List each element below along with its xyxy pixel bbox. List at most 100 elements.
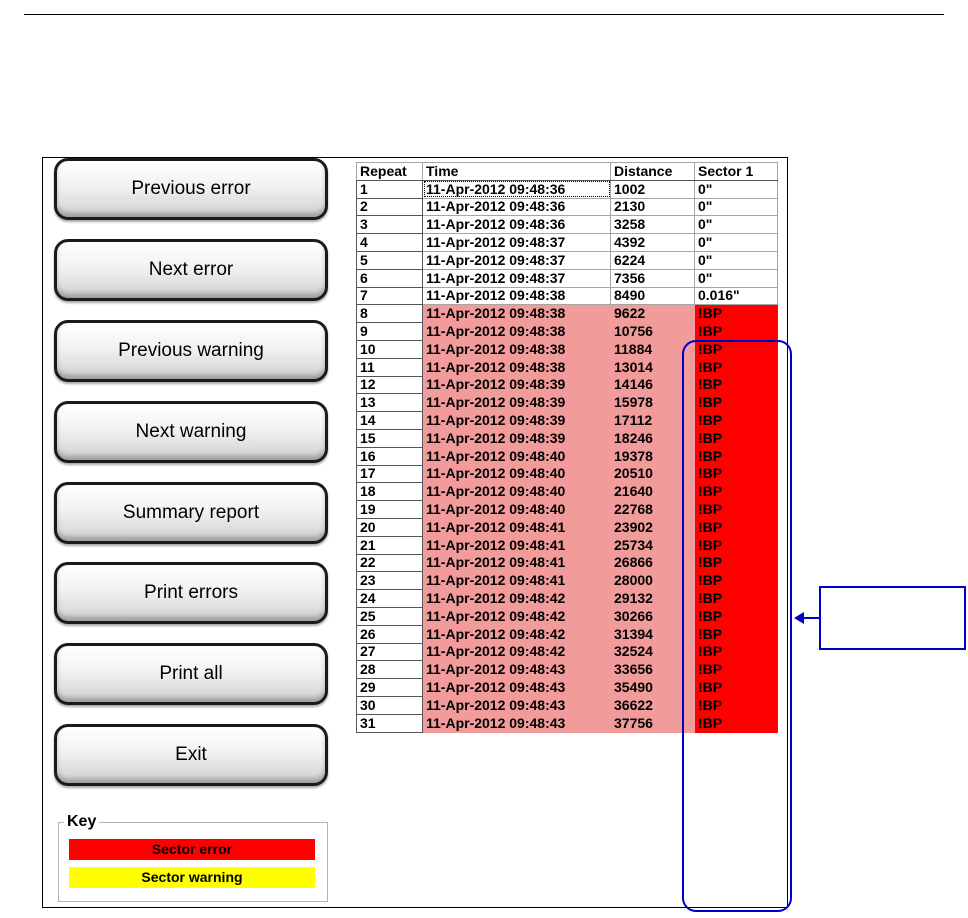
repeat-cell[interactable]: 26	[356, 624, 423, 644]
time-cell[interactable]: 11-Apr-2012 09:48:38	[422, 322, 611, 341]
sector-1-cell[interactable]: 0"	[694, 197, 778, 217]
time-cell[interactable]: 11-Apr-2012 09:48:39	[422, 375, 611, 395]
time-cell[interactable]: 11-Apr-2012 09:48:40	[422, 464, 611, 484]
repeat-cell[interactable]: 19	[356, 500, 423, 519]
sector-1-cell[interactable]: 0"	[694, 215, 778, 235]
repeat-cell[interactable]: 16	[356, 446, 423, 466]
time-cell[interactable]: 11-Apr-2012 09:48:42	[422, 642, 611, 662]
repeat-cell[interactable]: 13	[356, 393, 423, 413]
distance-cell[interactable]: 8490	[610, 286, 695, 306]
time-cell[interactable]: 11-Apr-2012 09:48:36	[422, 179, 611, 199]
print-all-button[interactable]: Print all	[54, 643, 328, 705]
time-cell[interactable]: 11-Apr-2012 09:48:40	[422, 482, 611, 502]
time-cell[interactable]: 11-Apr-2012 09:48:38	[422, 339, 611, 359]
time-cell[interactable]: 11-Apr-2012 09:48:37	[422, 233, 611, 252]
previous-error-button[interactable]: Previous error	[54, 158, 328, 220]
table-row[interactable]: 9 11-Apr-2012 09:48:38 10756 !BP	[356, 322, 778, 341]
time-cell[interactable]: 11-Apr-2012 09:48:43	[422, 660, 611, 680]
time-cell[interactable]: 11-Apr-2012 09:48:38	[422, 304, 611, 324]
time-cell[interactable]: 11-Apr-2012 09:48:42	[422, 589, 611, 608]
time-cell[interactable]: 11-Apr-2012 09:48:36	[422, 197, 611, 217]
time-cell[interactable]: 11-Apr-2012 09:48:39	[422, 411, 611, 430]
table-row[interactable]: 4 11-Apr-2012 09:48:37 4392 0"	[356, 233, 778, 252]
summary-report-button[interactable]: Summary report	[54, 482, 328, 544]
repeat-cell[interactable]: 5	[356, 250, 423, 270]
repeat-cell[interactable]: 28	[356, 660, 423, 680]
time-cell[interactable]: 11-Apr-2012 09:48:39	[422, 428, 611, 448]
column-header-distance[interactable]: Distance	[610, 162, 695, 181]
previous-warning-button[interactable]: Previous warning	[54, 320, 328, 382]
repeat-cell[interactable]: 7	[356, 286, 423, 306]
time-cell[interactable]: 11-Apr-2012 09:48:40	[422, 446, 611, 466]
table-row[interactable]: 5 11-Apr-2012 09:48:37 6224 0"	[356, 250, 778, 270]
time-cell[interactable]: 11-Apr-2012 09:48:43	[422, 678, 611, 697]
distance-cell[interactable]: 10756	[610, 322, 695, 341]
time-cell[interactable]: 11-Apr-2012 09:48:39	[422, 393, 611, 413]
time-cell[interactable]: 11-Apr-2012 09:48:37	[422, 250, 611, 270]
repeat-cell[interactable]: 14	[356, 411, 423, 430]
time-cell[interactable]: 11-Apr-2012 09:48:40	[422, 500, 611, 519]
table-row[interactable]: 3 11-Apr-2012 09:48:36 3258 0"	[356, 215, 778, 235]
sector-1-cell[interactable]: 0"	[694, 268, 778, 288]
repeat-cell[interactable]: 15	[356, 428, 423, 448]
column-header-sector-1[interactable]: Sector 1	[694, 162, 778, 181]
distance-cell[interactable]: 6224	[610, 250, 695, 270]
sector-1-cell[interactable]: !BP	[694, 322, 778, 341]
repeat-cell[interactable]: 29	[356, 678, 423, 697]
sector-1-cell[interactable]: 0"	[694, 179, 778, 199]
sector-1-cell[interactable]: 0.016"	[694, 286, 778, 306]
time-cell[interactable]: 11-Apr-2012 09:48:38	[422, 286, 611, 306]
repeat-cell[interactable]: 1	[356, 179, 423, 199]
distance-cell[interactable]: 1002	[610, 179, 695, 199]
next-error-button[interactable]: Next error	[54, 239, 328, 301]
time-cell[interactable]: 11-Apr-2012 09:48:38	[422, 357, 611, 377]
repeat-cell[interactable]: 24	[356, 589, 423, 608]
distance-cell[interactable]: 7356	[610, 268, 695, 288]
exit-button[interactable]: Exit	[54, 724, 328, 786]
sector-1-cell[interactable]: !BP	[694, 304, 778, 324]
distance-cell[interactable]: 9622	[610, 304, 695, 324]
time-cell[interactable]: 11-Apr-2012 09:48:36	[422, 215, 611, 235]
repeat-cell[interactable]: 4	[356, 233, 423, 252]
table-row[interactable]: 6 11-Apr-2012 09:48:37 7356 0"	[356, 268, 778, 288]
repeat-cell[interactable]: 18	[356, 482, 423, 502]
repeat-cell[interactable]: 22	[356, 553, 423, 573]
time-cell[interactable]: 11-Apr-2012 09:48:37	[422, 268, 611, 288]
repeat-cell[interactable]: 23	[356, 571, 423, 591]
repeat-cell[interactable]: 10	[356, 339, 423, 359]
repeat-cell[interactable]: 30	[356, 695, 423, 715]
time-cell[interactable]: 11-Apr-2012 09:48:41	[422, 571, 611, 591]
column-header-time[interactable]: Time	[422, 162, 611, 181]
time-cell[interactable]: 11-Apr-2012 09:48:42	[422, 606, 611, 626]
table-row[interactable]: 7 11-Apr-2012 09:48:38 8490 0.016"	[356, 286, 778, 306]
time-cell[interactable]: 11-Apr-2012 09:48:41	[422, 553, 611, 573]
distance-cell[interactable]: 3258	[610, 215, 695, 235]
repeat-cell[interactable]: 20	[356, 517, 423, 537]
column-header-repeat[interactable]: Repeat	[356, 162, 423, 181]
sector-1-cell[interactable]: 0"	[694, 250, 778, 270]
repeat-cell[interactable]: 21	[356, 535, 423, 555]
time-cell[interactable]: 11-Apr-2012 09:48:42	[422, 624, 611, 644]
table-row[interactable]: 2 11-Apr-2012 09:48:36 2130 0"	[356, 197, 778, 217]
repeat-cell[interactable]: 27	[356, 642, 423, 662]
time-cell[interactable]: 11-Apr-2012 09:48:41	[422, 535, 611, 555]
time-cell[interactable]: 11-Apr-2012 09:48:41	[422, 517, 611, 537]
repeat-cell[interactable]: 25	[356, 606, 423, 626]
repeat-cell[interactable]: 2	[356, 197, 423, 217]
repeat-cell[interactable]: 6	[356, 268, 423, 288]
repeat-cell[interactable]: 12	[356, 375, 423, 395]
repeat-cell[interactable]: 9	[356, 322, 423, 341]
print-errors-button[interactable]: Print errors	[54, 562, 328, 624]
next-warning-button[interactable]: Next warning	[54, 401, 328, 463]
distance-cell[interactable]: 2130	[610, 197, 695, 217]
sector-1-cell[interactable]: 0"	[694, 233, 778, 252]
table-row[interactable]: 8 11-Apr-2012 09:48:38 9622 !BP	[356, 304, 778, 324]
time-cell[interactable]: 11-Apr-2012 09:48:43	[422, 695, 611, 715]
repeat-cell[interactable]: 11	[356, 357, 423, 377]
repeat-cell[interactable]: 8	[356, 304, 423, 324]
repeat-cell[interactable]: 31	[356, 713, 423, 733]
repeat-cell[interactable]: 3	[356, 215, 423, 235]
time-cell[interactable]: 11-Apr-2012 09:48:43	[422, 713, 611, 733]
table-row[interactable]: 1 11-Apr-2012 09:48:36 1002 0"	[356, 179, 778, 199]
distance-cell[interactable]: 4392	[610, 233, 695, 252]
